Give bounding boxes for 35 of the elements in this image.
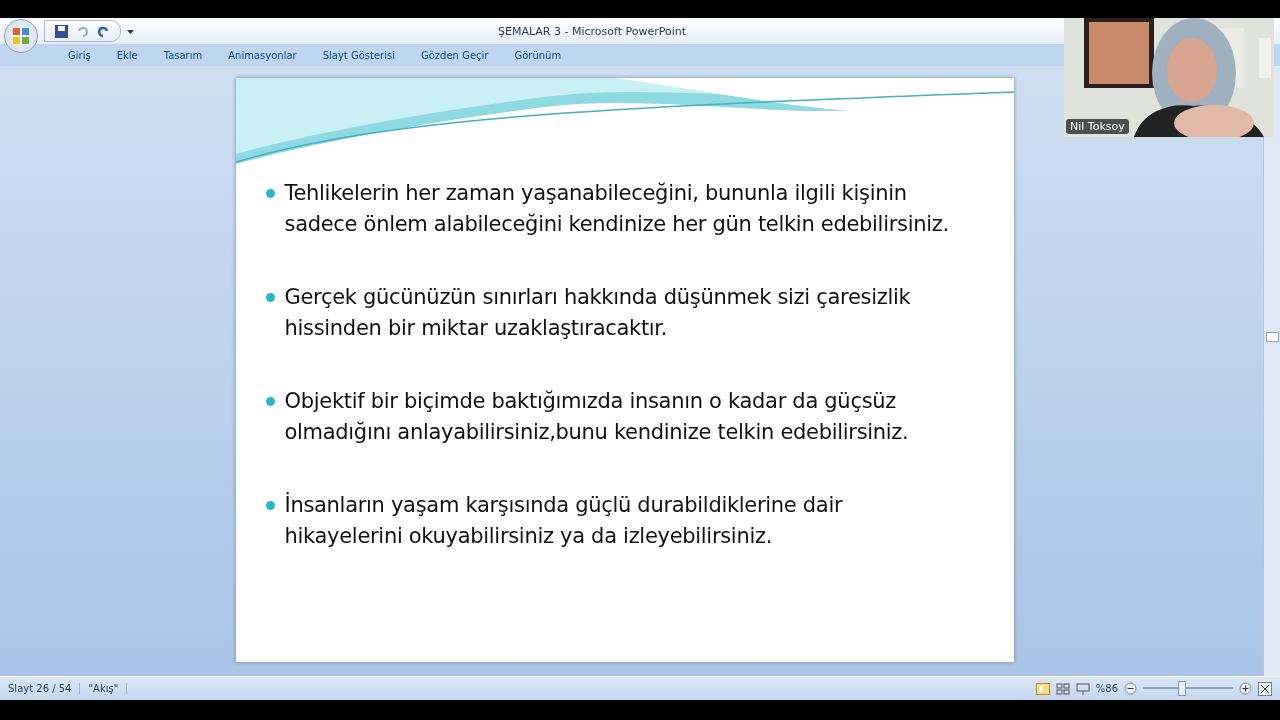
window-title: ŞEMALAR 3 - Microsoft PowerPoint	[496, 24, 688, 38]
bullet-dot	[265, 397, 275, 406]
slide-sorter-icon[interactable]	[1055, 682, 1070, 695]
ribbon-tab[interactable]: Tasarım	[150, 46, 216, 64]
bullet-text: Objektif bir biçimde baktığımızda insanın o kadar da güçsüz olmadığını anlayabilirsiniz,bunu kendinize telkin edebilirsiniz.	[284, 388, 910, 446]
scroll-thumb[interactable]	[1266, 332, 1279, 342]
bullet-text: Gerçek gücünüzün sınırları hakkında düşünmek sizi çaresizlik hissinden bir miktar uzaklaştıracaktır.	[284, 284, 912, 342]
theme-name: "Akış"	[80, 683, 128, 694]
save-icon[interactable]	[55, 24, 68, 38]
zoom-slider-thumb[interactable]	[1177, 681, 1186, 696]
bullet-text: İnsanların yaşam karşısında güçlü durabildiklerine dair hikayelerini okuyabilirsiniz ya da izleyebilirsiniz.	[284, 491, 844, 550]
bullet-dot	[265, 293, 275, 302]
slideshow-icon[interactable]	[1075, 682, 1090, 695]
customize-caret-icon[interactable]	[127, 27, 134, 35]
ribbon-tab[interactable]: Giriş	[55, 46, 104, 64]
fit-window-icon[interactable]	[1258, 681, 1272, 696]
ribbon-tab[interactable]: Animasyonlar	[215, 46, 310, 64]
vertical-scrollbar[interactable]	[1263, 66, 1280, 676]
zoom-percent[interactable]: %86	[1095, 683, 1118, 694]
slide-counter: Slayt 26 / 54	[0, 683, 81, 694]
zoom-in-icon[interactable]	[1239, 682, 1252, 695]
ribbon-tab[interactable]: Görünüm	[501, 46, 575, 64]
ribbon-tab[interactable]: Slayt Gösterisi	[309, 46, 408, 64]
participant-name: Nil Toksoy	[1066, 119, 1129, 134]
ribbon-tab[interactable]: Gözden Geçir	[408, 46, 502, 64]
redo-icon[interactable]	[97, 24, 110, 38]
office-logo-icon	[12, 27, 30, 45]
undo-icon[interactable]	[76, 24, 89, 38]
normal-view-icon[interactable]	[1035, 682, 1050, 695]
bullet-dot	[265, 501, 275, 510]
office-button[interactable]	[4, 19, 38, 53]
ribbon-tab[interactable]: Ekle	[103, 46, 151, 64]
zoom-out-icon[interactable]	[1124, 682, 1137, 695]
bullet-text: Tehlikelerin her zaman yaşanabileceğini, bununla ilgili kişinin sadece önlem alabileceğini kendinize her gün telkin edebilirsiniz.	[284, 180, 950, 238]
bullet-dot	[265, 189, 275, 198]
